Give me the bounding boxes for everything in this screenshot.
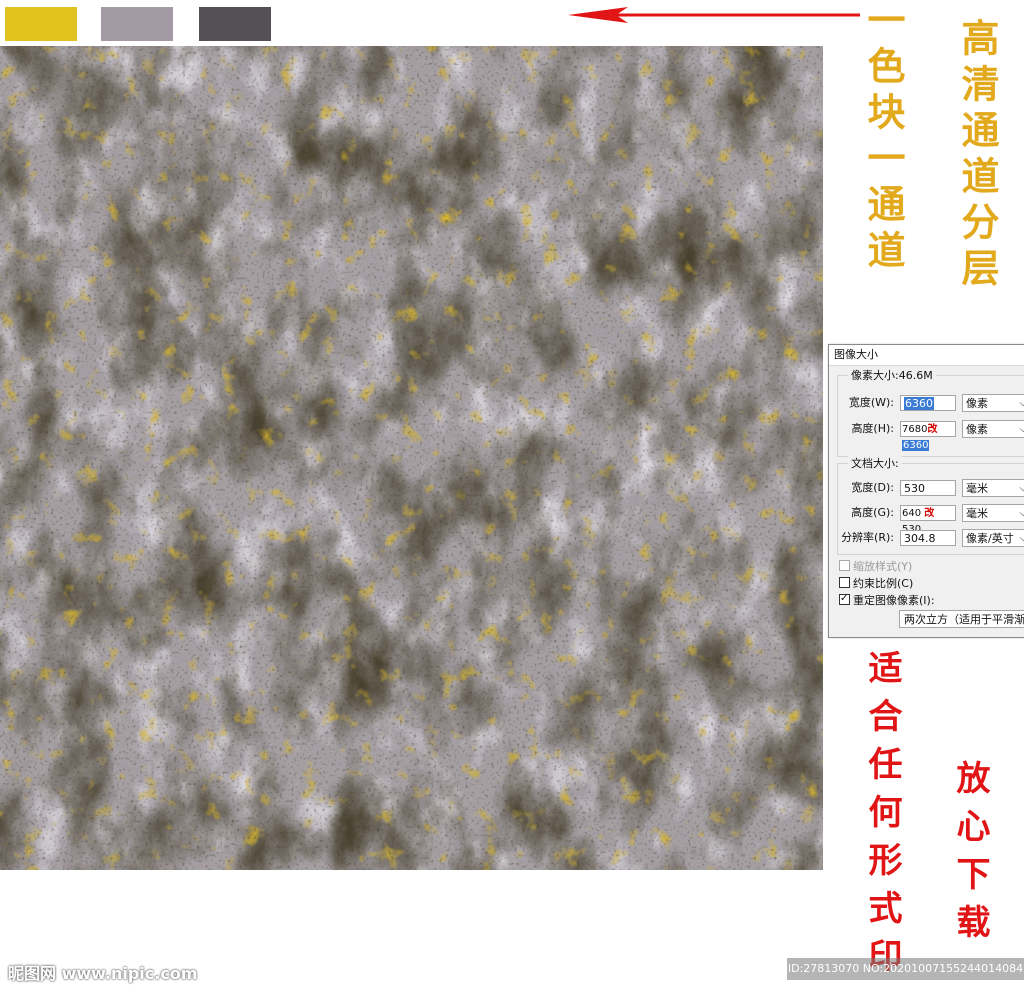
site-watermark: 昵图网 www.nipic.com [8,964,198,983]
color-swatch-lilac [101,7,173,41]
label-hd-channel-layers: 高清通道分层 [955,18,1000,294]
image-size-dialog: 图像大小 像素大小:46.6M 宽度(W): 6360 像素 ⌵ 高度(H): 7… [828,344,1024,638]
doc-width-unit-select[interactable]: 毫米 ⌵ [962,479,1024,497]
dialog-title: 图像大小 [829,345,1024,366]
label-color-block-channel: 一色块一通道 [861,0,906,276]
scale-styles-checkbox[interactable]: 缩放样式(Y) [839,559,912,575]
resample-image-checkbox[interactable]: 重定图像像素(I): [839,591,935,609]
height-unit-select[interactable]: 像素 ⌵ [962,420,1024,438]
document-size-group: 文档大小: 宽度(D): 530 毫米⌵ 高度(G): 640 改 530 毫米… [837,455,1024,555]
color-swatch-yellow [5,7,77,41]
width-input[interactable]: 6360 [900,395,956,411]
height-input[interactable]: 7680改6360 [900,421,956,451]
pixel-size-label: 像素大小:46.6M [848,367,936,383]
pixel-dimensions-group: 像素大小:46.6M 宽度(W): 6360 像素 ⌵ 高度(H): 7680改6… [837,367,1024,457]
label-suitable-any-print: 适合任何形式印 [862,650,902,986]
chevron-down-icon: ⌵ [1019,483,1024,494]
doc-height-label: 高度(G): [851,506,894,519]
resolution-unit-select[interactable]: 像素/英寸 ⌵ [962,529,1024,547]
chevron-down-icon: ⌵ [1019,424,1024,435]
texture-art [0,46,823,870]
chevron-down-icon: ⌵ [1019,398,1024,409]
resolution-label: 分辨率(R): [841,531,894,544]
chevron-down-icon: ⌵ [1019,508,1024,519]
doc-size-label: 文档大小: [848,455,902,471]
id-watermark: ID:27813070 NO:20201007155244014084 [787,958,1024,980]
resample-method-select[interactable]: 两次立方（适用于平滑渐变） [899,610,1024,628]
width-unit-select[interactable]: 像素 ⌵ [962,394,1024,412]
arrow-left-icon [568,7,860,23]
height-label: 高度(H): [851,422,894,435]
doc-width-label: 宽度(D): [851,481,894,494]
doc-width-input[interactable]: 530 [900,480,956,496]
chevron-down-icon: ⌵ [1019,533,1024,544]
constrain-proportions-checkbox[interactable]: 约束比例(C) [839,576,913,592]
doc-height-unit-select[interactable]: 毫米 ⌵ [962,504,1024,522]
color-swatch-dark [199,7,271,41]
texture-image [0,46,823,870]
label-download-freely: 放心下载 [950,760,990,952]
doc-height-input[interactable]: 640 改 530 [900,505,956,535]
width-label: 宽度(W): [848,396,894,409]
resolution-input[interactable]: 304.8 [900,530,956,546]
